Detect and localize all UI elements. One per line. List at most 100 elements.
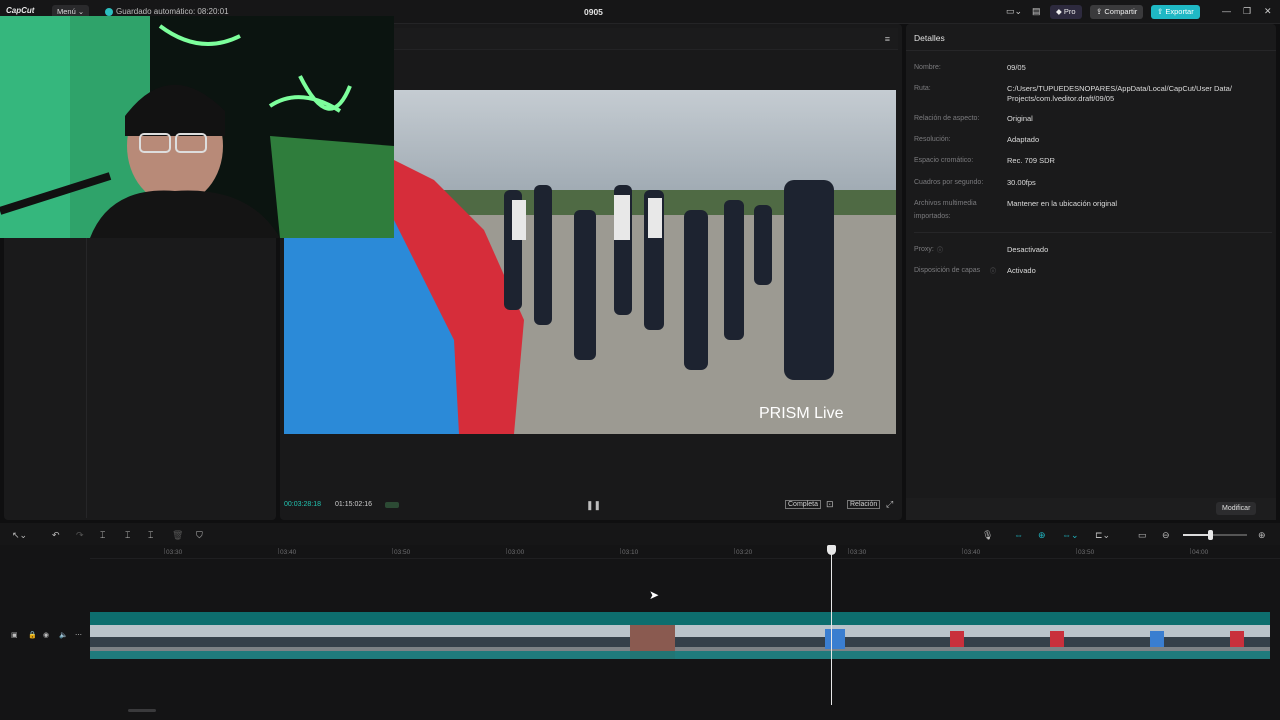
- tick-label: 03:10: [622, 549, 639, 556]
- modify-button[interactable]: Modificar: [1216, 502, 1257, 515]
- shield-icon[interactable]: ⛉: [196, 530, 203, 540]
- project-title: 0905: [584, 7, 603, 17]
- detail-label-resolution: Resolución:: [914, 136, 951, 143]
- select-tool-icon[interactable]: ↖⌄: [12, 530, 27, 540]
- panel-divider: [86, 236, 87, 518]
- video-watermark: PRISM Live: [759, 405, 844, 422]
- detail-label-colorspace: Espacio cromático:: [914, 157, 974, 164]
- playhead[interactable]: [831, 545, 832, 705]
- video-clip-header[interactable]: [90, 612, 1270, 625]
- undo-icon[interactable]: ↶: [52, 530, 60, 540]
- track-cover-icon[interactable]: ▣: [11, 631, 18, 641]
- pro-button[interactable]: ◆ Pro: [1050, 5, 1082, 19]
- details-divider: [906, 50, 1276, 51]
- track-audio-icon[interactable]: 🔈: [59, 631, 68, 641]
- zoom-slider-fill: [1183, 534, 1211, 536]
- timeline-scrollbar[interactable]: [128, 709, 156, 712]
- detail-label-aspect: Relación de aspecto:: [914, 115, 980, 122]
- detail-value-path: C:/Users/TUPUEDESNOPARES/AppData/Local/C…: [1007, 84, 1232, 93]
- details-divider-2: [914, 232, 1272, 233]
- playhead-handle[interactable]: [827, 545, 836, 555]
- track-more-icon[interactable]: ⋯: [75, 631, 82, 641]
- link-icon[interactable]: ⇔: [1014, 530, 1023, 540]
- tick-label: 03:00: [508, 549, 525, 556]
- detail-value-path-2: Projects/com.lveditor.draft/09/05: [1007, 94, 1115, 103]
- full-button[interactable]: Completa: [785, 500, 821, 509]
- delete-icon[interactable]: 🗑: [172, 530, 183, 540]
- tick-label: 03:20: [736, 549, 753, 556]
- detail-label-proxy: Proxy:: [914, 246, 934, 253]
- layers-info-icon[interactable]: ⓘ: [990, 267, 996, 277]
- detail-value-media: Mantener en la ubicación original: [1007, 199, 1118, 208]
- tick-mark: [620, 548, 621, 554]
- trim-right-icon[interactable]: ⌶: [148, 530, 153, 540]
- detail-value-proxy: Desactivado: [1007, 245, 1049, 254]
- zoom-slider-thumb[interactable]: [1208, 530, 1213, 540]
- tick-mark: [962, 548, 963, 554]
- tick-label: 03:30: [850, 549, 867, 556]
- timeline-toolbar: [0, 523, 1280, 545]
- pause-icon[interactable]: ❚❚: [586, 500, 601, 510]
- track-visibility-icon[interactable]: ◉: [43, 631, 49, 641]
- autosave-icon: [105, 8, 113, 16]
- tick-label: 03:50: [394, 549, 411, 556]
- redo-icon[interactable]: ↷: [76, 530, 84, 540]
- tick-mark: [1190, 548, 1191, 554]
- tick-mark: [392, 548, 393, 554]
- ratio-button[interactable]: Relación: [847, 500, 881, 509]
- magnet-icon[interactable]: ⊕: [1038, 530, 1046, 540]
- fullscreen-icon[interactable]: ⤢: [886, 499, 893, 509]
- restore-icon[interactable]: ❐: [1243, 6, 1251, 17]
- minimize-icon[interactable]: —: [1222, 6, 1231, 16]
- tick-label: 03:50: [1078, 549, 1095, 556]
- detail-value-resolution: Adaptado: [1007, 135, 1040, 144]
- close-icon[interactable]: ✕: [1264, 6, 1272, 17]
- webcam-image: [0, 16, 394, 238]
- trim-left-icon[interactable]: ⌶: [125, 530, 130, 540]
- webcam-overlay: [0, 16, 394, 238]
- tick-label: 03:30: [166, 549, 183, 556]
- share-button[interactable]: ⇪ Compartir: [1090, 5, 1144, 19]
- preview-axis-icon[interactable]: ⊏⌄: [1095, 530, 1110, 540]
- mouse-cursor-icon: ➤: [649, 588, 660, 602]
- keyboard-icon[interactable]: ▤: [1032, 6, 1041, 17]
- tick-mark: [164, 548, 165, 554]
- tick-mark: [278, 548, 279, 554]
- export-button[interactable]: ⇧ Exportar: [1151, 5, 1200, 19]
- snap-icon[interactable]: ⇔⌄: [1062, 530, 1079, 540]
- microphone-icon[interactable]: 🎙: [982, 530, 993, 540]
- video-clip-audio: [90, 651, 1270, 659]
- detail-value-name: 09/05: [1007, 63, 1026, 72]
- tick-label: 03:40: [964, 549, 981, 556]
- detail-value-fps: 30.00fps: [1007, 178, 1036, 187]
- detail-value-aspect: Original: [1007, 114, 1033, 123]
- layout-icon[interactable]: ▭⌄: [1006, 6, 1022, 17]
- preview-menu-icon[interactable]: ≡: [885, 34, 890, 44]
- detail-label-layers: Disposición de capas: [914, 267, 981, 274]
- menu-label: Menú: [57, 7, 76, 16]
- export-label: Exportar: [1165, 7, 1194, 16]
- detail-label-name: Nombre:: [914, 64, 941, 71]
- details-title: Detalles: [914, 33, 945, 43]
- tick-mark: [1076, 548, 1077, 554]
- snapshot-icon[interactable]: ⊡: [826, 499, 834, 509]
- tick-mark: [506, 548, 507, 554]
- audio-level-icon: [385, 502, 399, 508]
- pro-label: Pro: [1063, 7, 1076, 16]
- caption-icon[interactable]: ▭: [1138, 530, 1147, 540]
- split-icon[interactable]: ⌶: [100, 530, 105, 540]
- track-lock-icon[interactable]: 🔒: [28, 631, 37, 641]
- zoom-out-icon[interactable]: ⊖: [1162, 530, 1170, 540]
- tick-label: 03:40: [280, 549, 297, 556]
- proxy-info-icon[interactable]: ⓘ: [937, 246, 943, 256]
- detail-value-colorspace: Rec. 709 SDR: [1007, 156, 1055, 165]
- share-label: Compartir: [1104, 7, 1138, 16]
- tick-label: 04:00: [1192, 549, 1209, 556]
- zoom-in-icon[interactable]: ⊕: [1258, 530, 1266, 540]
- detail-label-fps: Cuadros por segundo:: [914, 179, 984, 186]
- total-time: 01:15:02:16: [335, 501, 372, 508]
- tick-mark: [848, 548, 849, 554]
- autosave-status: Guardado automático: 08:20:01: [116, 7, 229, 16]
- detail-label-path: Ruta:: [914, 85, 931, 92]
- current-time: 00:03:28:18: [284, 501, 321, 508]
